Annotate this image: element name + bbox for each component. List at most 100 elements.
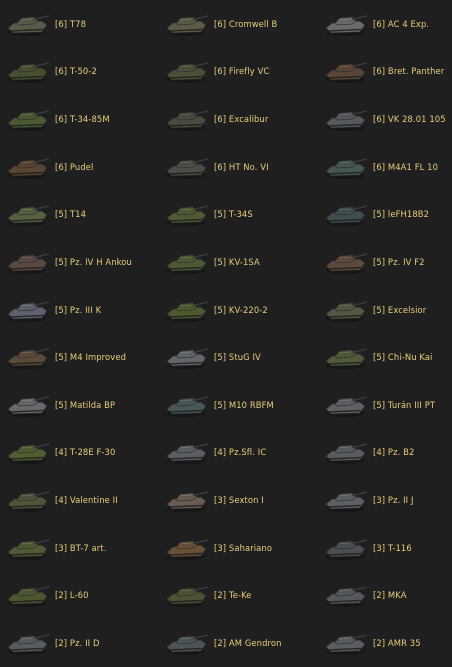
- vehicle-name: [2] AM Gendron: [214, 637, 282, 648]
- vehicle-name: [5] StuG IV: [214, 352, 261, 363]
- vehicle-item[interactable]: [3] Sexton I: [159, 476, 318, 524]
- vehicle-name: [6] AC 4 Exp.: [373, 18, 430, 29]
- vehicle-name: [6] T78: [55, 18, 86, 29]
- tank-icon: [3, 390, 51, 420]
- tank-icon: [321, 9, 369, 39]
- vehicle-name: [3] BT-7 art.: [55, 542, 107, 553]
- vehicle-item[interactable]: [3] Pz. II J: [318, 476, 452, 524]
- vehicle-item[interactable]: [3] BT-7 art.: [0, 524, 159, 572]
- vehicle-name: [3] Pz. II J: [373, 495, 414, 506]
- vehicle-item[interactable]: [6] T-34-85M: [0, 95, 159, 143]
- vehicle-name: [5] T14: [55, 209, 86, 220]
- vehicle-item[interactable]: [6] T78: [0, 0, 159, 48]
- vehicle-name: [5] Excelsior: [373, 304, 427, 315]
- vehicle-item[interactable]: [2] MKA: [318, 572, 452, 620]
- vehicle-item[interactable]: [2] AMR 35: [318, 619, 452, 667]
- tank-icon: [321, 533, 369, 563]
- tank-icon: [3, 9, 51, 39]
- vehicle-item[interactable]: [6] Pudel: [0, 143, 159, 191]
- vehicle-item[interactable]: [5] Chi-Nu Kai: [318, 333, 452, 381]
- tank-icon: [3, 485, 51, 515]
- vehicle-item[interactable]: [5] T14: [0, 191, 159, 239]
- vehicle-name: [2] Pz. II D: [55, 637, 100, 648]
- vehicle-item[interactable]: [2] Te-Ke: [159, 572, 318, 620]
- vehicle-item[interactable]: [2] Pz. II D: [0, 619, 159, 667]
- vehicle-name: [5] leFH18B2: [373, 209, 430, 220]
- vehicle-item[interactable]: [6] T-50-2: [0, 48, 159, 96]
- vehicle-item[interactable]: [5] StuG IV: [159, 333, 318, 381]
- tank-icon: [162, 628, 210, 658]
- vehicle-name: [6] Bret. Panther: [373, 66, 445, 77]
- vehicle-name: [4] Pz.Sfl. IC: [214, 447, 267, 458]
- vehicle-item[interactable]: [5] Pz. IV F2: [318, 238, 452, 286]
- tank-icon: [162, 485, 210, 515]
- vehicle-name: [4] Pz. B2: [373, 447, 415, 458]
- tank-icon: [162, 437, 210, 467]
- vehicle-item[interactable]: [6] Bret. Panther: [318, 48, 452, 96]
- tank-icon: [3, 295, 51, 325]
- vehicle-item[interactable]: [2] L-60: [0, 572, 159, 620]
- tank-icon: [3, 342, 51, 372]
- vehicle-item[interactable]: [4] Valentine II: [0, 476, 159, 524]
- tank-icon: [3, 247, 51, 277]
- tank-icon: [321, 247, 369, 277]
- vehicle-name: [4] Valentine II: [55, 495, 118, 506]
- tank-icon: [3, 199, 51, 229]
- vehicle-item[interactable]: [5] M4 Improved: [0, 333, 159, 381]
- vehicle-item[interactable]: [5] T-34S: [159, 191, 318, 239]
- vehicle-item[interactable]: [6] HT No. VI: [159, 143, 318, 191]
- vehicle-name: [6] Pudel: [55, 161, 94, 172]
- vehicle-item[interactable]: [5] Excelsior: [318, 286, 452, 334]
- vehicle-item[interactable]: [6] AC 4 Exp.: [318, 0, 452, 48]
- tank-icon: [162, 199, 210, 229]
- vehicle-name: [5] Matilda BP: [55, 399, 116, 410]
- tank-icon: [3, 152, 51, 182]
- vehicle-name: [5] T-34S: [214, 209, 253, 220]
- vehicle-item[interactable]: [6] M4A1 FL 10: [318, 143, 452, 191]
- vehicle-item[interactable]: [6] Firefly VC: [159, 48, 318, 96]
- vehicle-item[interactable]: [5] M10 RBFM: [159, 381, 318, 429]
- tank-icon: [321, 580, 369, 610]
- vehicle-name: [4] T-28E F-30: [55, 447, 116, 458]
- vehicle-item[interactable]: [5] leFH18B2: [318, 191, 452, 239]
- vehicle-item[interactable]: [5] Turán III PT: [318, 381, 452, 429]
- vehicle-item[interactable]: [4] Pz.Sfl. IC: [159, 429, 318, 477]
- tank-icon: [321, 56, 369, 86]
- vehicle-item[interactable]: [4] Pz. B2: [318, 429, 452, 477]
- tank-icon: [162, 104, 210, 134]
- vehicle-name: [5] M4 Improved: [55, 352, 126, 363]
- vehicle-item[interactable]: [6] VK 28.01 105: [318, 95, 452, 143]
- vehicle-name: [6] Cromwell B: [214, 18, 278, 29]
- tank-icon: [3, 56, 51, 86]
- vehicle-name: [6] M4A1 FL 10: [373, 161, 439, 172]
- vehicle-item[interactable]: [5] Matilda BP: [0, 381, 159, 429]
- tank-icon: [321, 199, 369, 229]
- tank-icon: [162, 56, 210, 86]
- vehicle-grid: [6] T78 [6] Cromwell B [6] AC 4 Exp. [6] T-…: [0, 0, 452, 667]
- vehicle-item[interactable]: [3] T-116: [318, 524, 452, 572]
- tank-icon: [3, 628, 51, 658]
- tank-icon: [3, 437, 51, 467]
- tank-icon: [162, 152, 210, 182]
- vehicle-name: [5] M10 RBFM: [214, 399, 274, 410]
- vehicle-item[interactable]: [4] T-28E F-30: [0, 429, 159, 477]
- vehicle-name: [6] VK 28.01 105: [373, 114, 446, 125]
- vehicle-name: [5] Pz. IV H Ankou: [55, 256, 132, 267]
- vehicle-item[interactable]: [5] KV-1SA: [159, 238, 318, 286]
- vehicle-item[interactable]: [5] KV-220-2: [159, 286, 318, 334]
- vehicle-item[interactable]: [5] Pz. IV H Ankou: [0, 238, 159, 286]
- tank-icon: [321, 152, 369, 182]
- vehicle-name: [6] Firefly VC: [214, 66, 270, 77]
- vehicle-item[interactable]: [3] Sahariano: [159, 524, 318, 572]
- tank-icon: [3, 533, 51, 563]
- vehicle-item[interactable]: [6] Excalibur: [159, 95, 318, 143]
- vehicle-item[interactable]: [2] AM Gendron: [159, 619, 318, 667]
- vehicle-name: [6] HT No. VI: [214, 161, 269, 172]
- tank-icon: [321, 628, 369, 658]
- tank-icon: [162, 9, 210, 39]
- vehicle-item[interactable]: [6] Cromwell B: [159, 0, 318, 48]
- vehicle-name: [5] Chi-Nu Kai: [373, 352, 433, 363]
- vehicle-item[interactable]: [5] Pz. III K: [0, 286, 159, 334]
- vehicle-name: [5] Pz. IV F2: [373, 256, 425, 267]
- vehicle-name: [5] KV-1SA: [214, 256, 260, 267]
